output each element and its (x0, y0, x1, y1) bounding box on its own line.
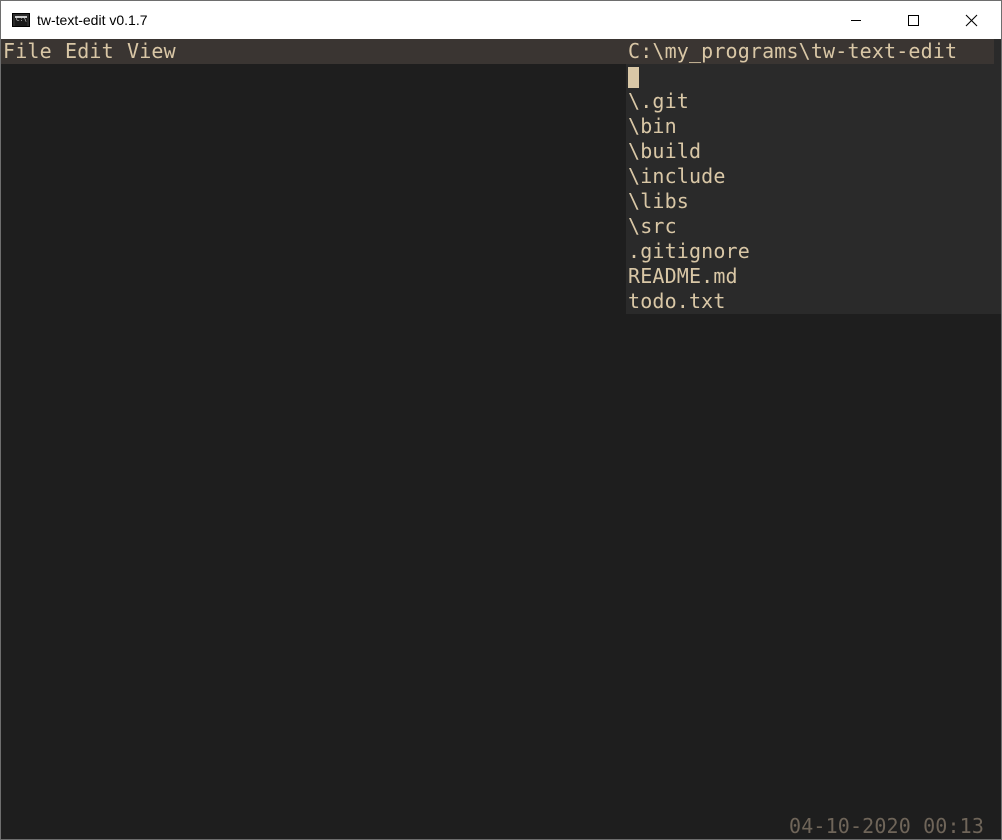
status-datetime: 04-10-2020 00:13 (789, 814, 985, 838)
text-cursor (628, 67, 639, 88)
minimize-icon (851, 20, 861, 21)
window-title: tw-text-edit v0.1.7 (37, 12, 148, 28)
folder-item-git[interactable]: \.git (628, 89, 750, 114)
file-item-todo[interactable]: todo.txt (628, 289, 750, 314)
folder-item-include[interactable]: \include (628, 164, 750, 189)
file-item-gitignore[interactable]: .gitignore (628, 239, 750, 264)
folder-item-libs[interactable]: \libs (628, 189, 750, 214)
menu-file[interactable]: File (3, 39, 52, 64)
close-button[interactable] (943, 1, 1001, 39)
folder-item-build[interactable]: \build (628, 139, 750, 164)
folder-item-src[interactable]: \src (628, 214, 750, 239)
title-bar[interactable]: tw-text-edit v0.1.7 (1, 1, 1001, 39)
maximize-button[interactable] (885, 1, 943, 39)
minimize-button[interactable] (827, 1, 885, 39)
menu-view[interactable]: View (127, 39, 176, 64)
app-window: tw-text-edit v0.1.7 File Edit View C:\my… (0, 0, 1002, 840)
close-icon (965, 14, 978, 27)
menu-edit[interactable]: Edit (65, 39, 114, 64)
file-list: \.git \bin \build \include \libs \src .g… (628, 89, 750, 314)
console-app-icon (12, 13, 30, 27)
file-explorer-panel: C:\my_programs\tw-text-edit \.git \bin \… (626, 39, 1001, 314)
folder-item-bin[interactable]: \bin (628, 114, 750, 139)
explorer-path: C:\my_programs\tw-text-edit (626, 39, 995, 64)
maximize-icon (908, 15, 919, 26)
file-item-readme[interactable]: README.md (628, 264, 750, 289)
